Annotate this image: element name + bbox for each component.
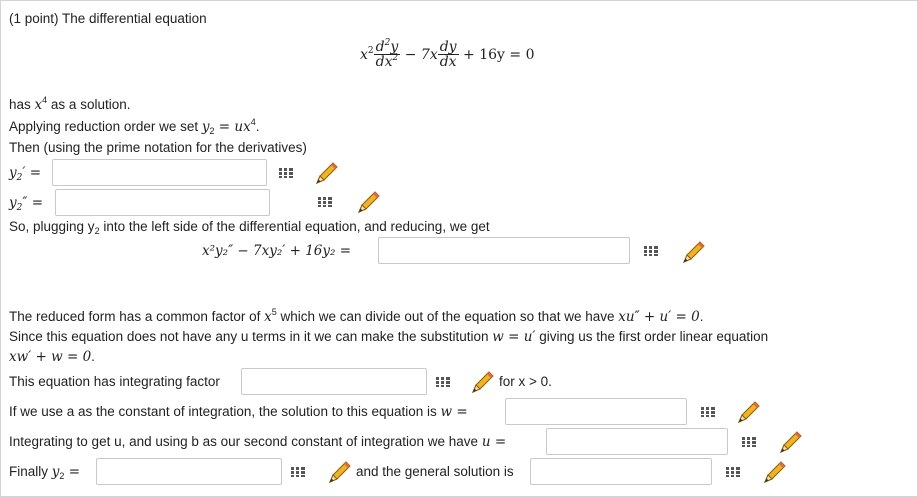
- matrix-grid-icon[interactable]: [279, 168, 293, 178]
- matrix-grid-icon[interactable]: [291, 467, 305, 477]
- finally-label: Finally y2 =: [9, 464, 81, 481]
- first-order-eq: xw′ + w = 0: [9, 349, 92, 365]
- reduction-eq: = ux: [214, 119, 251, 135]
- y2pp-y: y: [9, 195, 17, 211]
- u-solution-input[interactable]: [546, 428, 728, 455]
- finally-text: Finally: [9, 464, 52, 479]
- differential-equation: x2 d2y dx2 − 7x dy dx + 16y = 0: [360, 38, 535, 70]
- first-order-end: .: [91, 349, 95, 364]
- matrix-grid-icon[interactable]: [726, 467, 740, 477]
- pencil-icon[interactable]: [327, 459, 353, 485]
- solution-statement: has x4 as a solution.: [9, 96, 131, 114]
- pencil-icon[interactable]: [762, 459, 788, 485]
- matrix-grid-icon[interactable]: [644, 246, 658, 256]
- matrix-grid-icon[interactable]: [436, 377, 450, 387]
- general-solution-input[interactable]: [530, 458, 712, 485]
- subst-pre: Since this equation does not have any u …: [9, 329, 493, 344]
- w-label-math: w =: [440, 404, 468, 420]
- eq-7x: 7x: [420, 47, 438, 63]
- solution-math: x: [34, 97, 43, 113]
- eq-rest: + 16y = 0: [463, 47, 535, 63]
- solution-post: as a solution.: [47, 97, 131, 112]
- w-solution-label: If we use a as the constant of integrati…: [9, 404, 468, 420]
- y2-double-prime-input[interactable]: [55, 189, 270, 216]
- pencil-icon[interactable]: [314, 160, 340, 186]
- integrating-factor-label: This equation has integrating factor: [9, 374, 220, 389]
- substitution-statement: Since this equation does not have any u …: [9, 329, 768, 345]
- y2-double-prime-label: y2″ =: [9, 195, 44, 213]
- w-label-text: If we use a as the constant of integrati…: [9, 404, 441, 419]
- subst-math: w = u′: [492, 329, 536, 345]
- cf-end: .: [699, 309, 704, 324]
- pencil-icon[interactable]: [356, 189, 382, 215]
- integrating-factor-input[interactable]: [241, 368, 427, 395]
- eq-dx: dx: [439, 54, 457, 70]
- integrating-factor-suffix: for x > 0.: [499, 374, 552, 389]
- eq-minus: −: [404, 47, 417, 63]
- problem-header: (1 point) The differential equation: [9, 11, 207, 26]
- cf-eq: xu″ + u′ = 0: [618, 309, 700, 325]
- plug-text-end: into the left side of the differential e…: [99, 219, 490, 234]
- y2-final-input[interactable]: [96, 458, 282, 485]
- prime-note: Then (using the prime notation for the d…: [9, 140, 307, 155]
- reduction-math: y: [201, 119, 210, 135]
- u-label-text: Integrating to get u, and using b as our…: [9, 434, 482, 449]
- eq-x: x: [360, 47, 368, 63]
- cf-math: x: [264, 309, 272, 325]
- first-order-equation: xw′ + w = 0.: [9, 349, 95, 365]
- subst-post: giving us the first order linear equatio…: [535, 329, 769, 344]
- cf-pre: The reduced form has a common factor of: [9, 309, 265, 324]
- cf-mid: which we can divide out of the equation …: [276, 309, 619, 324]
- y2p-y: y: [9, 165, 17, 181]
- matrix-grid-icon[interactable]: [742, 437, 756, 447]
- matrix-grid-icon[interactable]: [318, 197, 332, 207]
- finally-eq: =: [64, 464, 81, 480]
- reduction-pre: Applying reduction order we set: [9, 119, 202, 134]
- eq-dy: dy: [437, 39, 459, 55]
- pencil-icon[interactable]: [681, 239, 707, 265]
- pencil-icon[interactable]: [470, 369, 496, 395]
- common-factor-statement: The reduced form has a common factor of …: [9, 308, 704, 326]
- reduced-form-input[interactable]: [378, 237, 630, 264]
- solution-pre: has: [9, 97, 35, 112]
- pencil-icon[interactable]: [736, 399, 762, 425]
- u-integration-label: Integrating to get u, and using b as our…: [9, 434, 506, 450]
- reduced-lhs: x²y₂″ − 7xy₂′ + 16y₂ =: [202, 243, 352, 259]
- reduction-end: .: [255, 119, 260, 134]
- plug-text: So, plugging y: [9, 219, 95, 234]
- y2-prime-input[interactable]: [52, 159, 267, 186]
- plugging-statement: So, plugging y2 into the left side of th…: [9, 219, 490, 236]
- reduction-statement: Applying reduction order we set y2 = ux4…: [9, 118, 260, 136]
- pencil-icon[interactable]: [778, 429, 804, 455]
- general-solution-label: and the general solution is: [356, 464, 514, 479]
- w-solution-input[interactable]: [505, 398, 687, 425]
- matrix-grid-icon[interactable]: [701, 407, 715, 417]
- u-label-math: u =: [481, 434, 507, 450]
- y2-prime-label: y2′ =: [9, 165, 42, 183]
